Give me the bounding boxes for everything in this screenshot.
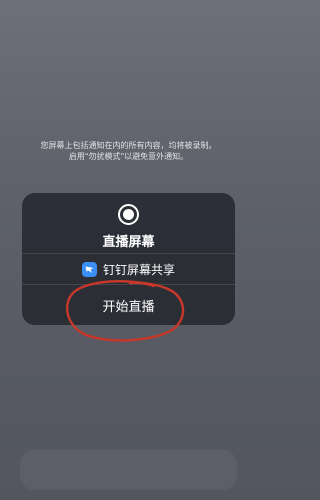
sheet-title: 直播屏幕 xyxy=(102,235,155,250)
hand-drawn-circle-annotation xyxy=(65,280,185,342)
notice-line-2: 启用"勿扰模式"以避免意外通知。 xyxy=(68,152,189,161)
home-dock xyxy=(20,450,237,490)
app-option-label: 钉钉屏幕共享 xyxy=(102,262,175,277)
recording-notice: 您屏幕上包括通知在内的所有内容，均将被录制。 启用"勿扰模式"以避免意外通知。 xyxy=(14,140,243,162)
dingtalk-icon xyxy=(81,261,97,277)
record-icon xyxy=(118,204,139,225)
notice-line-1: 您屏幕上包括通知在内的所有内容，均将被录制。 xyxy=(40,141,217,150)
